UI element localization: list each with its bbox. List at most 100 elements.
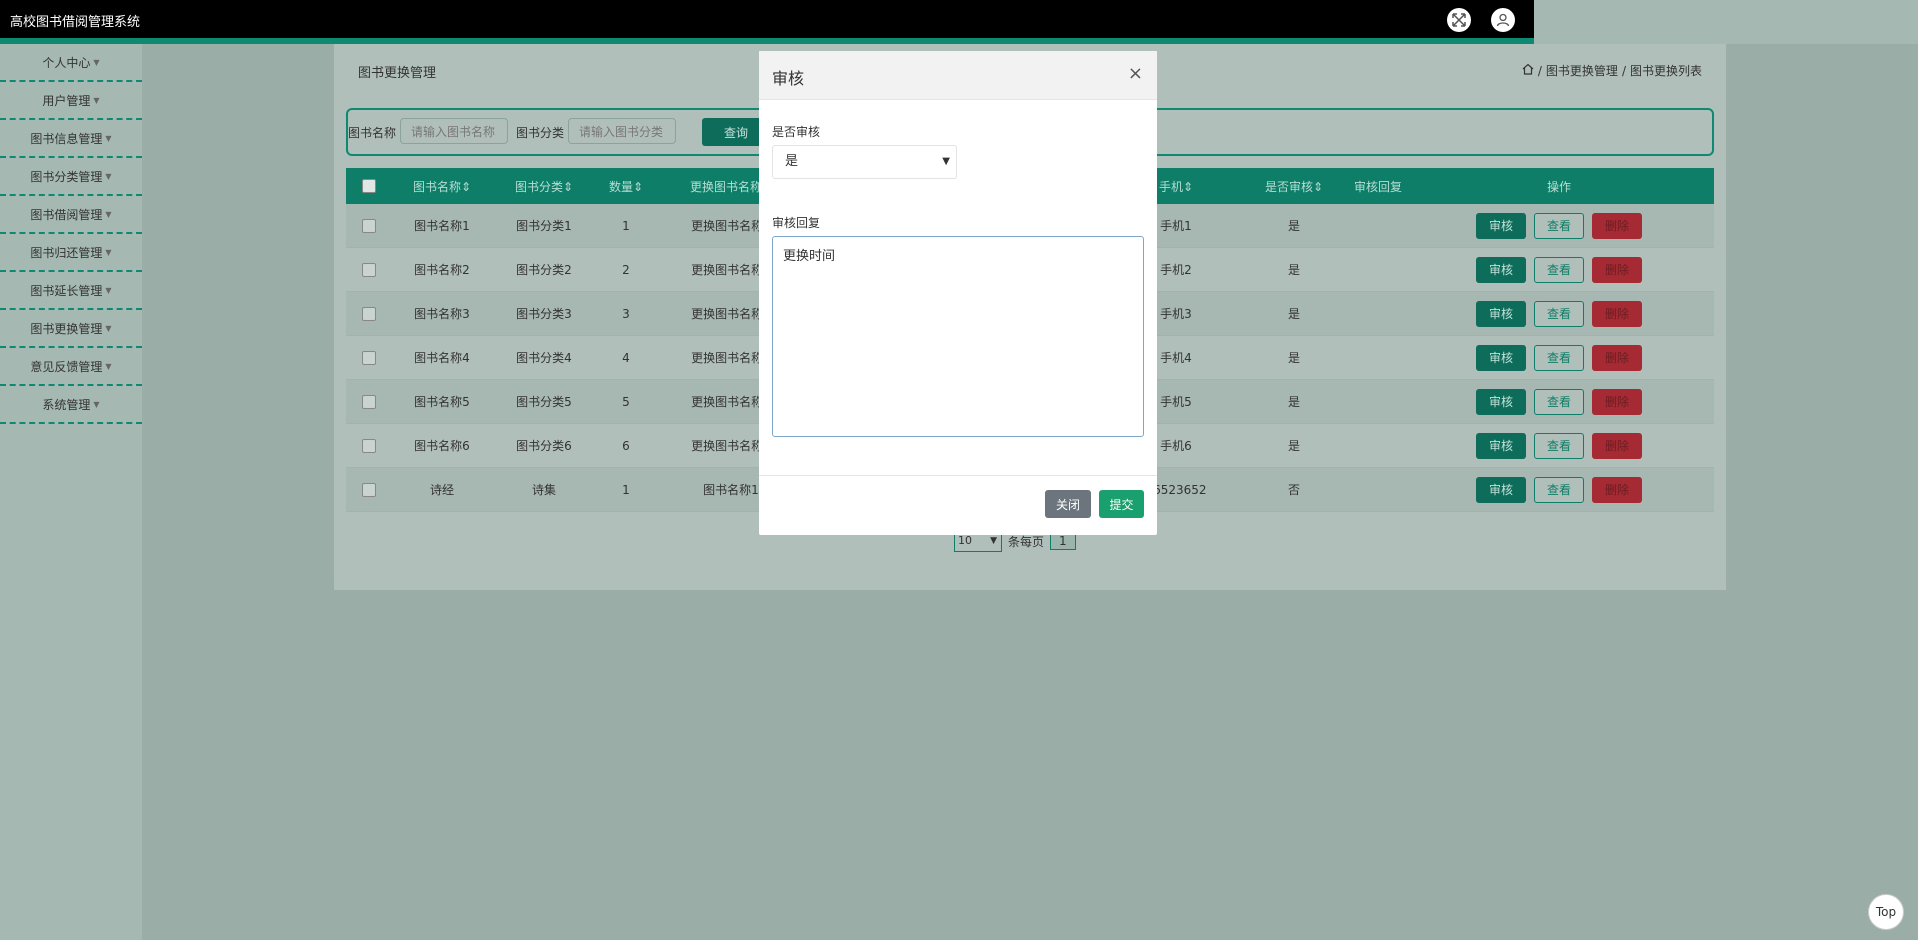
cell-quantity: 4 [622,350,630,365]
row-checkbox[interactable] [362,482,376,497]
audit-button[interactable]: 审核 [1476,388,1526,415]
sidebar-item-book-return[interactable]: 图书归还管理 ▼ [0,234,142,272]
audit-button[interactable]: 审核 [1476,212,1526,239]
row-checkbox[interactable] [362,438,376,453]
cell-audit-status: 是 [1287,439,1300,453]
caret-down-icon: ▼ [93,57,100,67]
cell-book-name: 图书名称5 [414,395,470,409]
audit-button[interactable]: 审核 [1476,300,1526,327]
select-all-checkbox[interactable] [362,179,376,193]
cell-audit-status: 是 [1287,307,1300,321]
close-icon[interactable]: × [1128,63,1143,84]
home-icon[interactable] [1522,63,1534,78]
cell-book-name: 图书名称1 [414,219,470,233]
breadcrumb-level2: 图书更换列表 [1629,64,1702,78]
row-actions: 审核 查看 删除 [1476,256,1642,283]
caret-down-icon: ▼ [105,323,112,333]
audit-status-select[interactable]: 是 ▼ [772,145,957,179]
row-actions: 审核 查看 删除 [1476,344,1642,371]
submit-button[interactable]: 提交 [1099,490,1144,518]
cell-audit-status: 是 [1287,219,1300,233]
sidebar: 个人中心 ▼ 用户管理 ▼ 图书信息管理 ▼ 图书分类管理 ▼ 图书借阅管理 ▼ 图书归还… [0,44,142,940]
cell-audit-status: 是 [1287,263,1300,277]
book-name-input[interactable]: 请输入图书名称 [400,118,508,144]
view-button[interactable]: 查看 [1534,212,1584,239]
row-actions: 审核 查看 删除 [1476,476,1642,503]
cell-audit-status: 否 [1287,483,1300,497]
th-quantity[interactable]: 数量⇕ [596,178,656,195]
caret-down-icon: ▼ [942,156,950,167]
user-icon[interactable] [1491,8,1515,32]
app-title: 高校图书借阅管理系统 [10,15,141,30]
sidebar-item-label: 图书借阅管理 [30,207,103,222]
view-button[interactable]: 查看 [1534,256,1584,283]
delete-button[interactable]: 删除 [1592,476,1642,503]
top-bar: 高校图书借阅管理系统 [0,0,1534,38]
sidebar-item-feedback[interactable]: 意见反馈管理 ▼ [0,348,142,386]
row-checkbox[interactable] [362,394,376,409]
th-book-name[interactable]: 图书名称⇕ [394,178,490,195]
close-button[interactable]: 关闭 [1045,490,1091,518]
view-button[interactable]: 查看 [1534,300,1584,327]
sidebar-item-book-borrow[interactable]: 图书借阅管理 ▼ [0,196,142,234]
row-checkbox[interactable] [362,350,376,365]
delete-button[interactable]: 删除 [1592,388,1642,415]
delete-button[interactable]: 删除 [1592,344,1642,371]
fullscreen-icon[interactable] [1447,8,1471,32]
sidebar-item-user-management[interactable]: 用户管理 ▼ [0,82,142,120]
audit-button[interactable]: 审核 [1476,256,1526,283]
row-actions: 审核 查看 删除 [1476,388,1642,415]
sidebar-item-system[interactable]: 系统管理 ▼ [0,386,142,424]
cell-book-category: 图书分类2 [516,263,572,277]
dialog-title: 审核 [772,69,805,88]
view-button[interactable]: 查看 [1534,476,1584,503]
breadcrumb-level1[interactable]: 图书更换管理 [1546,62,1618,79]
caret-down-icon: ▼ [105,171,112,181]
delete-button[interactable]: 删除 [1592,432,1642,459]
cell-book-category: 图书分类3 [516,307,572,321]
sidebar-item-label: 图书延长管理 [30,283,103,298]
breadcrumb-separator: / [1537,63,1542,78]
sidebar-item-book-info[interactable]: 图书信息管理 ▼ [0,120,142,158]
cell-book-name: 诗经 [429,483,454,497]
back-to-top-button[interactable]: Top [1868,894,1904,930]
breadcrumb-separator: / [1621,63,1626,78]
book-category-label: 图书分类 [516,126,565,140]
caret-down-icon: ▼ [93,95,100,105]
th-book-category[interactable]: 图书分类⇕ [496,178,592,195]
row-checkbox[interactable] [362,306,376,321]
sidebar-item-label: 用户管理 [42,93,91,108]
th-audit-reply: 审核回复 [1353,179,1402,194]
sidebar-item-book-replace[interactable]: 图书更换管理 ▼ [0,310,142,348]
audit-reply-textarea[interactable]: 更换时间 [772,236,1144,437]
audit-button[interactable]: 审核 [1476,432,1526,459]
sidebar-item-personal-center[interactable]: 个人中心 ▼ [0,44,142,82]
view-button[interactable]: 查看 [1534,432,1584,459]
view-button[interactable]: 查看 [1534,344,1584,371]
sidebar-item-book-category[interactable]: 图书分类管理 ▼ [0,158,142,196]
cell-quantity: 1 [622,218,630,233]
sidebar-item-book-extend[interactable]: 图书延长管理 ▼ [0,272,142,310]
row-checkbox[interactable] [362,262,376,277]
breadcrumb: / 图书更换管理 / 图书更换列表 [1522,62,1702,79]
dialog-header: 审核 × [759,51,1157,100]
cell-book-name: 图书名称6 [414,439,470,453]
th-operations: 操作 [1546,179,1571,194]
cell-book-category: 诗集 [531,483,556,497]
th-audit-status[interactable]: 是否审核⇕ [1246,178,1342,195]
caret-down-icon: ▼ [93,399,100,409]
delete-button[interactable]: 删除 [1592,300,1642,327]
row-checkbox[interactable] [362,218,376,233]
view-button[interactable]: 查看 [1534,388,1584,415]
delete-button[interactable]: 删除 [1592,212,1642,239]
audit-button[interactable]: 审核 [1476,344,1526,371]
book-category-input[interactable]: 请输入图书分类 [568,118,676,144]
audit-button[interactable]: 审核 [1476,476,1526,503]
audit-reply-label: 审核回复 [772,216,821,230]
sidebar-item-label: 个人中心 [42,55,91,70]
row-actions: 审核 查看 删除 [1476,212,1642,239]
sidebar-item-label: 系统管理 [42,397,91,412]
sidebar-item-label: 图书分类管理 [30,169,103,184]
sidebar-item-label: 图书归还管理 [30,245,103,260]
delete-button[interactable]: 删除 [1592,256,1642,283]
